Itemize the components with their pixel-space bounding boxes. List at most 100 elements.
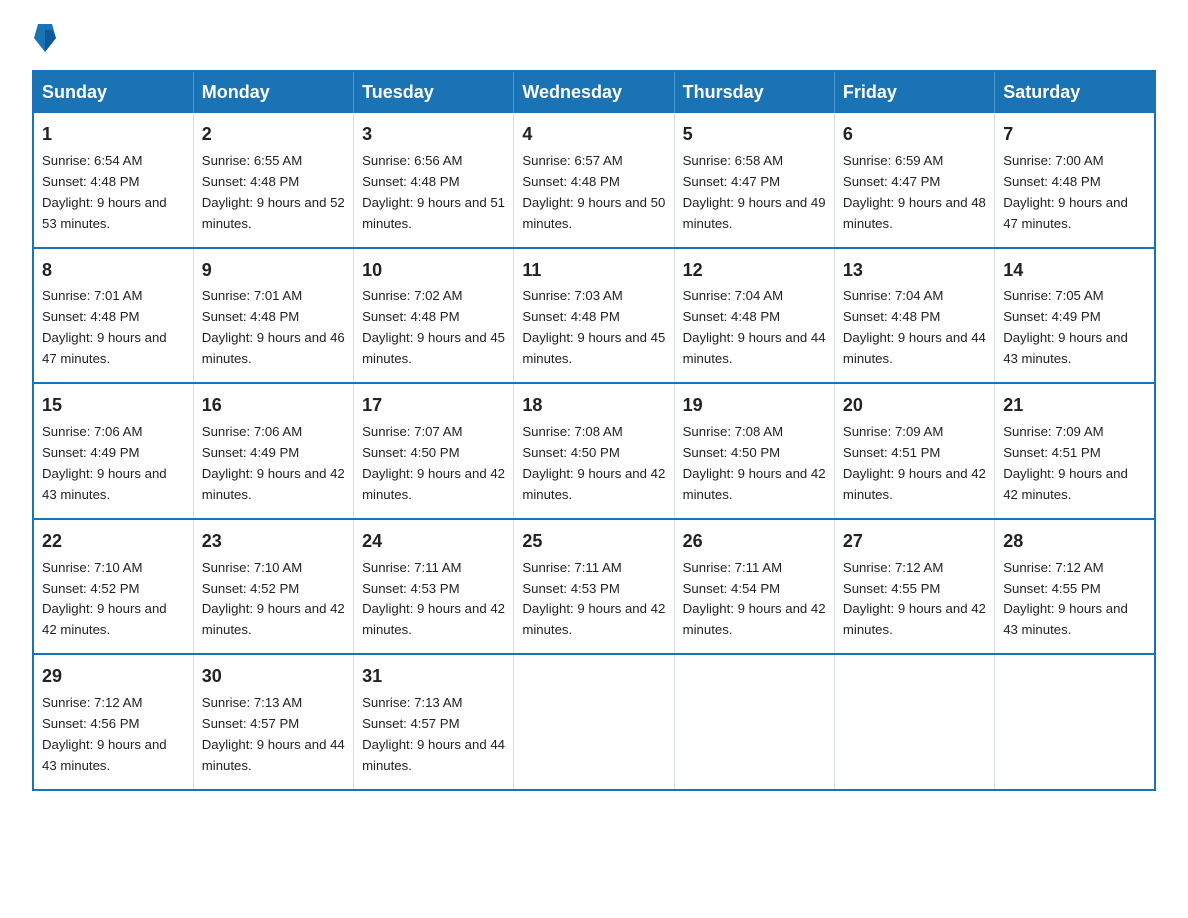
day-number: 3	[362, 121, 505, 149]
daylight-info: Daylight: 9 hours and 42 minutes.	[1003, 466, 1128, 502]
day-number: 31	[362, 663, 505, 691]
daylight-info: Daylight: 9 hours and 43 minutes.	[1003, 601, 1128, 637]
day-cell: 21Sunrise: 7:09 AMSunset: 4:51 PMDayligh…	[995, 383, 1155, 519]
sunrise-info: Sunrise: 7:00 AM	[1003, 153, 1103, 168]
day-cell: 14Sunrise: 7:05 AMSunset: 4:49 PMDayligh…	[995, 248, 1155, 384]
day-number: 20	[843, 392, 986, 420]
sunrise-info: Sunrise: 7:04 AM	[843, 288, 943, 303]
sunset-info: Sunset: 4:54 PM	[683, 581, 781, 596]
day-number: 9	[202, 257, 345, 285]
day-number: 18	[522, 392, 665, 420]
day-cell: 17Sunrise: 7:07 AMSunset: 4:50 PMDayligh…	[354, 383, 514, 519]
col-header-friday: Friday	[834, 71, 994, 113]
sunset-info: Sunset: 4:48 PM	[522, 174, 620, 189]
day-number: 25	[522, 528, 665, 556]
sunrise-info: Sunrise: 6:56 AM	[362, 153, 462, 168]
daylight-info: Daylight: 9 hours and 49 minutes.	[683, 195, 826, 231]
day-cell	[834, 654, 994, 790]
sunset-info: Sunset: 4:48 PM	[42, 309, 140, 324]
daylight-info: Daylight: 9 hours and 44 minutes.	[362, 737, 505, 773]
sunset-info: Sunset: 4:53 PM	[522, 581, 620, 596]
sunset-info: Sunset: 4:48 PM	[362, 309, 460, 324]
logo-arrow-icon	[34, 24, 56, 52]
day-cell: 25Sunrise: 7:11 AMSunset: 4:53 PMDayligh…	[514, 519, 674, 655]
sunrise-info: Sunrise: 7:02 AM	[362, 288, 462, 303]
daylight-info: Daylight: 9 hours and 42 minutes.	[522, 466, 665, 502]
daylight-info: Daylight: 9 hours and 46 minutes.	[202, 330, 345, 366]
sunset-info: Sunset: 4:49 PM	[42, 445, 140, 460]
day-cell: 6Sunrise: 6:59 AMSunset: 4:47 PMDaylight…	[834, 113, 994, 248]
day-number: 10	[362, 257, 505, 285]
sunrise-info: Sunrise: 7:05 AM	[1003, 288, 1103, 303]
week-row-5: 29Sunrise: 7:12 AMSunset: 4:56 PMDayligh…	[33, 654, 1155, 790]
day-cell: 18Sunrise: 7:08 AMSunset: 4:50 PMDayligh…	[514, 383, 674, 519]
daylight-info: Daylight: 9 hours and 48 minutes.	[843, 195, 986, 231]
sunset-info: Sunset: 4:48 PM	[202, 309, 300, 324]
logo	[32, 24, 56, 52]
daylight-info: Daylight: 9 hours and 42 minutes.	[202, 466, 345, 502]
sunset-info: Sunset: 4:56 PM	[42, 716, 140, 731]
day-number: 22	[42, 528, 185, 556]
sunrise-info: Sunrise: 7:09 AM	[1003, 424, 1103, 439]
col-header-tuesday: Tuesday	[354, 71, 514, 113]
daylight-info: Daylight: 9 hours and 43 minutes.	[42, 466, 167, 502]
sunrise-info: Sunrise: 7:12 AM	[1003, 560, 1103, 575]
sunset-info: Sunset: 4:51 PM	[843, 445, 941, 460]
day-number: 23	[202, 528, 345, 556]
day-cell	[674, 654, 834, 790]
sunset-info: Sunset: 4:48 PM	[1003, 174, 1101, 189]
day-cell: 23Sunrise: 7:10 AMSunset: 4:52 PMDayligh…	[193, 519, 353, 655]
sunset-info: Sunset: 4:48 PM	[843, 309, 941, 324]
sunrise-info: Sunrise: 7:11 AM	[522, 560, 621, 575]
sunset-info: Sunset: 4:53 PM	[362, 581, 460, 596]
day-cell: 16Sunrise: 7:06 AMSunset: 4:49 PMDayligh…	[193, 383, 353, 519]
col-header-thursday: Thursday	[674, 71, 834, 113]
day-cell: 4Sunrise: 6:57 AMSunset: 4:48 PMDaylight…	[514, 113, 674, 248]
daylight-info: Daylight: 9 hours and 42 minutes.	[42, 601, 167, 637]
daylight-info: Daylight: 9 hours and 45 minutes.	[362, 330, 505, 366]
sunrise-info: Sunrise: 7:11 AM	[362, 560, 461, 575]
daylight-info: Daylight: 9 hours and 47 minutes.	[1003, 195, 1128, 231]
calendar-table: SundayMondayTuesdayWednesdayThursdayFrid…	[32, 70, 1156, 791]
sunset-info: Sunset: 4:48 PM	[522, 309, 620, 324]
day-cell: 5Sunrise: 6:58 AMSunset: 4:47 PMDaylight…	[674, 113, 834, 248]
day-cell: 12Sunrise: 7:04 AMSunset: 4:48 PMDayligh…	[674, 248, 834, 384]
week-row-4: 22Sunrise: 7:10 AMSunset: 4:52 PMDayligh…	[33, 519, 1155, 655]
daylight-info: Daylight: 9 hours and 43 minutes.	[42, 737, 167, 773]
sunset-info: Sunset: 4:47 PM	[683, 174, 781, 189]
week-row-3: 15Sunrise: 7:06 AMSunset: 4:49 PMDayligh…	[33, 383, 1155, 519]
sunrise-info: Sunrise: 7:12 AM	[42, 695, 142, 710]
week-row-2: 8Sunrise: 7:01 AMSunset: 4:48 PMDaylight…	[33, 248, 1155, 384]
day-number: 24	[362, 528, 505, 556]
col-header-sunday: Sunday	[33, 71, 193, 113]
sunrise-info: Sunrise: 7:10 AM	[42, 560, 142, 575]
day-number: 14	[1003, 257, 1146, 285]
col-header-wednesday: Wednesday	[514, 71, 674, 113]
day-number: 12	[683, 257, 826, 285]
daylight-info: Daylight: 9 hours and 53 minutes.	[42, 195, 167, 231]
day-number: 2	[202, 121, 345, 149]
sunset-info: Sunset: 4:48 PM	[683, 309, 781, 324]
sunrise-info: Sunrise: 7:06 AM	[42, 424, 142, 439]
day-cell: 2Sunrise: 6:55 AMSunset: 4:48 PMDaylight…	[193, 113, 353, 248]
sunset-info: Sunset: 4:50 PM	[362, 445, 460, 460]
sunrise-info: Sunrise: 7:04 AM	[683, 288, 783, 303]
day-cell: 26 Sunrise: 7:11 AM Sunset: 4:54 PM Dayligh…	[674, 519, 834, 655]
sunrise-info: Sunrise: 7:03 AM	[522, 288, 622, 303]
day-cell: 20Sunrise: 7:09 AMSunset: 4:51 PMDayligh…	[834, 383, 994, 519]
daylight-info: Daylight: 9 hours and 42 minutes.	[362, 601, 505, 637]
sunset-info: Sunset: 4:55 PM	[1003, 581, 1101, 596]
day-cell: 29Sunrise: 7:12 AMSunset: 4:56 PMDayligh…	[33, 654, 193, 790]
sunrise-info: Sunrise: 7:11 AM	[683, 560, 782, 575]
daylight-info: Daylight: 9 hours and 42 minutes.	[683, 601, 826, 637]
day-number: 26	[683, 528, 826, 556]
daylight-info: Daylight: 9 hours and 45 minutes.	[522, 330, 665, 366]
sunrise-info: Sunrise: 7:09 AM	[843, 424, 943, 439]
sunset-info: Sunset: 4:49 PM	[202, 445, 300, 460]
col-header-monday: Monday	[193, 71, 353, 113]
day-cell: 7Sunrise: 7:00 AMSunset: 4:48 PMDaylight…	[995, 113, 1155, 248]
daylight-info: Daylight: 9 hours and 51 minutes.	[362, 195, 505, 231]
daylight-info: Daylight: 9 hours and 44 minutes.	[843, 330, 986, 366]
calendar-header-row: SundayMondayTuesdayWednesdayThursdayFrid…	[33, 71, 1155, 113]
sunrise-info: Sunrise: 7:07 AM	[362, 424, 462, 439]
